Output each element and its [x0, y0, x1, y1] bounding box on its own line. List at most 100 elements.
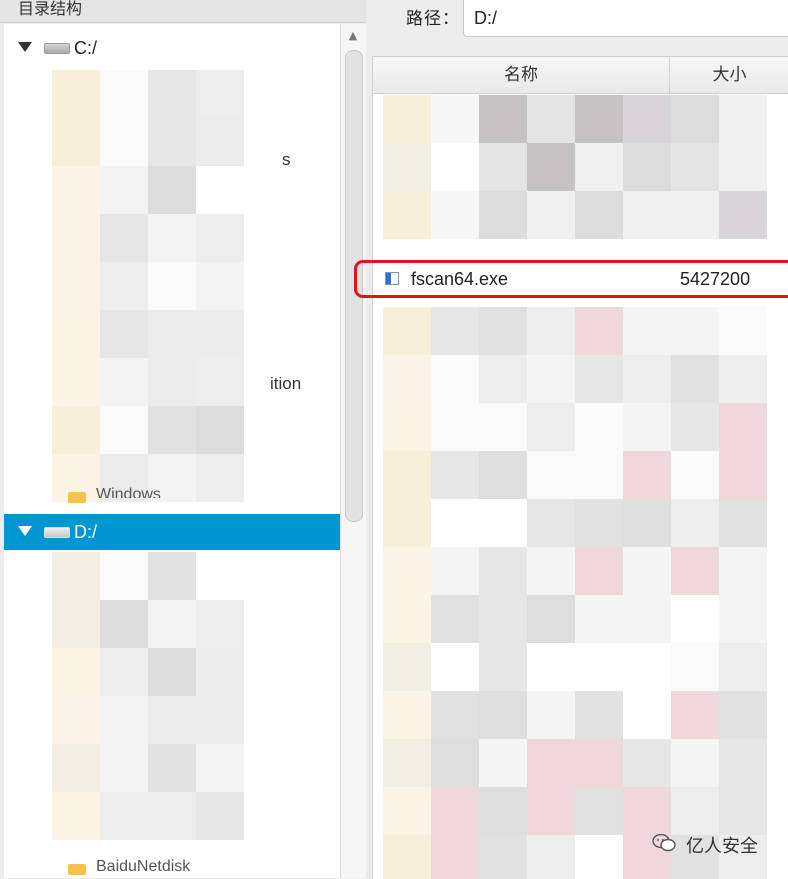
blur-tile [575, 739, 623, 787]
blur-tile [719, 595, 767, 643]
blur-tile [719, 95, 767, 143]
blur-tile [148, 70, 196, 118]
blur-tile [196, 214, 244, 262]
tree-node-c-drive[interactable]: C:/ [4, 30, 340, 66]
blur-tile [383, 787, 431, 835]
blur-tile [431, 403, 479, 451]
tree-panel-header: 目录结构 [0, 0, 366, 23]
blur-tile [527, 403, 575, 451]
blur-tile [479, 595, 527, 643]
tree-panel: 目录结构 C:/ s ition Windows D:/ BaiduNetdis… [0, 0, 367, 878]
blur-tile [100, 358, 148, 406]
blur-tile [623, 643, 671, 691]
blur-tile [575, 307, 623, 355]
drive-icon [44, 527, 70, 538]
blur-tile [148, 552, 196, 600]
expand-triangle-icon[interactable] [18, 526, 32, 536]
blur-tile [196, 792, 244, 840]
blur-tile [527, 547, 575, 595]
blur-tile [479, 691, 527, 739]
blur-tile [623, 691, 671, 739]
blur-tile [479, 451, 527, 499]
blur-tile [623, 307, 671, 355]
tree-folder-windows[interactable]: Windows [96, 486, 161, 498]
blur-tile [575, 451, 623, 499]
blur-tile [623, 355, 671, 403]
blur-tile [671, 451, 719, 499]
blur-tile [527, 739, 575, 787]
blur-tile [100, 600, 148, 648]
blur-tile [671, 547, 719, 595]
blur-tile [196, 696, 244, 744]
blur-tile [148, 406, 196, 454]
blur-tile [671, 787, 719, 835]
blur-tile [431, 547, 479, 595]
blur-tile [479, 95, 527, 143]
blur-tile [575, 547, 623, 595]
blur-tile [196, 406, 244, 454]
blur-tile [527, 787, 575, 835]
blur-tile [671, 691, 719, 739]
blur-tile [575, 143, 623, 191]
blur-tile [479, 403, 527, 451]
blur-tile [623, 787, 671, 835]
blur-tile [100, 648, 148, 696]
blur-tile [100, 118, 148, 166]
blur-tile [527, 143, 575, 191]
blur-tile [431, 143, 479, 191]
table-header: 名称 大小 [373, 57, 788, 94]
blur-tile [527, 835, 575, 879]
highlight-annotation-box [354, 260, 788, 298]
blur-tile [100, 166, 148, 214]
blur-tile [431, 499, 479, 547]
blur-tile [671, 95, 719, 143]
column-header-name[interactable]: 名称 [373, 57, 670, 93]
path-label: 路径： [406, 9, 460, 29]
blur-tile [719, 451, 767, 499]
blur-tile [52, 696, 100, 744]
blur-tile [431, 787, 479, 835]
blur-tile [431, 835, 479, 879]
blur-tile [383, 595, 431, 643]
blur-tile [479, 307, 527, 355]
blur-tile [196, 600, 244, 648]
blur-tile [623, 143, 671, 191]
directory-tree: C:/ s ition Windows D:/ BaiduNetdisk [4, 24, 340, 878]
blur-tile [196, 70, 244, 118]
blur-tile [383, 307, 431, 355]
tree-scrollbar[interactable]: ▲ [340, 24, 367, 878]
blur-tile [148, 262, 196, 310]
blur-tile [671, 643, 719, 691]
blur-tile [479, 835, 527, 879]
path-input[interactable] [463, 0, 788, 37]
tree-node-label: C:/ [74, 38, 98, 58]
blur-tile [479, 643, 527, 691]
expand-triangle-icon[interactable] [18, 42, 32, 52]
blur-tile [383, 739, 431, 787]
blur-tile [623, 191, 671, 239]
tree-node-d-drive[interactable]: D:/ [4, 514, 340, 550]
blur-tile [431, 739, 479, 787]
blur-tile [383, 403, 431, 451]
blur-tile [575, 691, 623, 739]
blur-tile [148, 648, 196, 696]
tree-folder-baidunetdisk[interactable]: BaiduNetdisk [96, 858, 190, 872]
blur-tile [196, 552, 244, 600]
blur-tile [431, 595, 479, 643]
blur-tile [383, 143, 431, 191]
blur-tile [479, 787, 527, 835]
blur-tile [671, 191, 719, 239]
blur-tile [383, 191, 431, 239]
scroll-up-arrow-icon[interactable]: ▲ [346, 30, 360, 42]
blur-tile [623, 739, 671, 787]
blur-tile [623, 547, 671, 595]
blur-tile [431, 355, 479, 403]
blur-tile [719, 499, 767, 547]
blur-tile [100, 552, 148, 600]
column-header-size[interactable]: 大小 [670, 57, 788, 93]
blur-tile [196, 454, 244, 502]
blur-tile [479, 739, 527, 787]
blur-tile [148, 792, 196, 840]
blur-tile [527, 191, 575, 239]
blur-tile [719, 691, 767, 739]
